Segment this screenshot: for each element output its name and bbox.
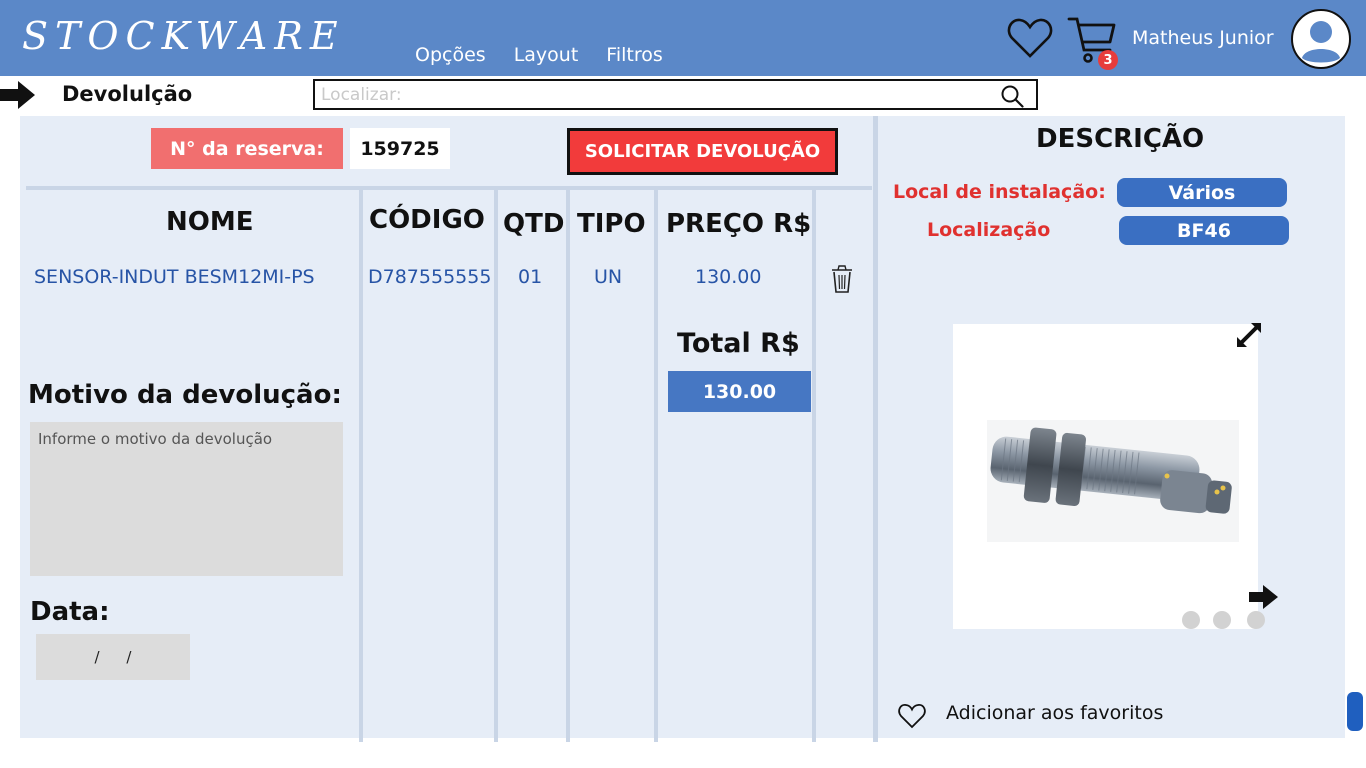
expand-icon[interactable] — [1234, 320, 1264, 350]
menu-item-layout[interactable]: Layout — [514, 44, 579, 66]
column-header-tipo: TIPO — [577, 209, 646, 239]
location-value: BF46 — [1119, 216, 1289, 245]
column-header-qtd: QTD — [503, 209, 565, 239]
trash-icon[interactable] — [830, 264, 854, 294]
install-location-value: Vários — [1117, 178, 1287, 207]
top-header: STOCKWARE Opções Layout Filtros 3 Matheu… — [0, 0, 1366, 76]
back-arrow-icon[interactable] — [0, 80, 36, 110]
user-avatar-icon[interactable] — [1290, 8, 1352, 70]
location-label: Localização — [927, 219, 1051, 241]
menu-item-filtros[interactable]: Filtros — [606, 44, 662, 66]
cart-count-badge: 3 — [1098, 50, 1118, 70]
column-header-codigo: CÓDIGO — [369, 205, 485, 235]
reason-label: Motivo da devolução: — [28, 380, 342, 410]
slide-dot[interactable] — [1247, 611, 1265, 629]
panel-divider — [873, 116, 878, 742]
reservation-label: N° da reserva: — [151, 128, 343, 169]
description-title: DESCRIÇÃO — [1036, 124, 1205, 154]
date-label: Data: — [30, 597, 110, 627]
search-icon[interactable] — [1000, 84, 1024, 108]
main-menu: Opções Layout Filtros — [415, 44, 663, 66]
heart-icon[interactable] — [898, 703, 926, 729]
slide-dot[interactable] — [1213, 611, 1231, 629]
product-sensor-image — [987, 420, 1239, 542]
column-divider — [654, 186, 658, 742]
column-header-preco: PREÇO R$ — [666, 209, 812, 239]
install-location-label: Local de instalação: — [893, 181, 1106, 203]
row-item-price: 130.00 — [695, 266, 762, 288]
menu-item-opcoes[interactable]: Opções — [415, 44, 486, 66]
search-bar — [313, 79, 1038, 110]
user-name[interactable]: Matheus Junior — [1132, 27, 1274, 49]
total-value: 130.00 — [668, 371, 811, 412]
slide-dot[interactable] — [1182, 611, 1200, 629]
reservation-number: 159725 — [350, 128, 450, 169]
column-divider — [359, 186, 363, 742]
scrollbar-handle[interactable] — [1347, 692, 1363, 731]
next-slide-arrow-icon[interactable] — [1249, 583, 1279, 611]
favorites-heart-icon[interactable] — [1007, 17, 1053, 59]
row-item-code: D787555555 — [368, 266, 492, 288]
row-item-qty: 01 — [518, 266, 543, 288]
add-to-favorites-link[interactable]: Adicionar aos favoritos — [946, 702, 1163, 724]
column-divider — [566, 186, 570, 742]
column-header-nome: NOME — [166, 207, 254, 237]
reason-textarea[interactable] — [30, 422, 343, 576]
column-divider — [494, 186, 498, 742]
page-title: Devolulção — [62, 82, 193, 106]
app-logo[interactable]: STOCKWARE — [22, 14, 345, 58]
request-return-button[interactable]: SOLICITAR DEVOLUÇÃO — [567, 128, 838, 175]
date-field[interactable]: / / — [36, 634, 190, 680]
row-item-type: UN — [594, 266, 623, 288]
column-divider — [812, 186, 816, 742]
table-header-divider — [26, 186, 872, 190]
search-input[interactable] — [321, 83, 981, 107]
total-label: Total R$ — [677, 328, 800, 359]
row-item-name: SENSOR-INDUT BESM12MI-PS — [34, 266, 315, 288]
